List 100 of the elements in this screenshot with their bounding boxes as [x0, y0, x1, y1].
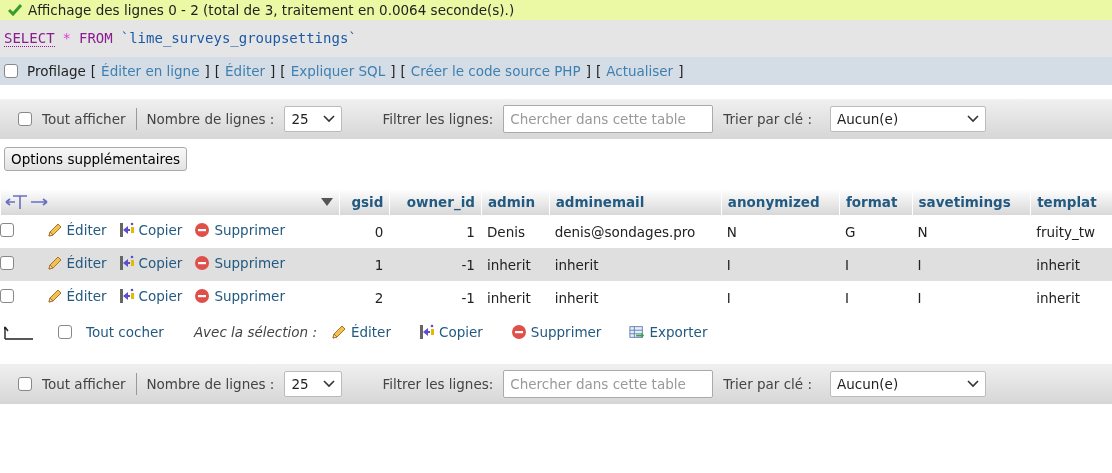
bracket: ] [678, 63, 684, 79]
table-cell-text: I [725, 288, 732, 308]
select-all-link[interactable]: Tout cocher [86, 324, 164, 340]
table-cell-text: Denis [485, 222, 526, 242]
pencil-icon [46, 222, 63, 238]
export-icon [629, 324, 646, 340]
sort-dropdown[interactable]: Aucun(e) [830, 106, 986, 132]
sort-triangle-icon[interactable] [320, 198, 333, 206]
bulk-action-link[interactable]: Exporter [629, 324, 708, 340]
pencil-icon [330, 324, 347, 340]
table-cell: inherit [480, 248, 549, 281]
insert-icon [118, 288, 135, 304]
table-cell: inherit [548, 248, 721, 281]
table-cell-text: inherit [1035, 288, 1081, 308]
bracket: ] [390, 63, 396, 79]
delete-icon [510, 324, 527, 340]
column-header[interactable]: format [838, 189, 912, 215]
status-message: Affichage des lignes 0 - 2 (total de 3, traitement en 0.0064 seconde(s).) [0, 0, 1112, 20]
bracket: [ [595, 63, 602, 79]
table-cell-text: -1 [460, 288, 476, 308]
table-cell: I [720, 248, 839, 281]
filter-label: Filtrer les lignes: [382, 376, 494, 392]
table-cell-text: 1 [465, 222, 476, 242]
bracket: ] [270, 63, 276, 79]
table-cell-text: G [843, 222, 857, 242]
row-action-link[interactable]: Supprimer [194, 288, 285, 304]
extra-options-button[interactable]: Options supplémentaires [4, 147, 188, 171]
table-cell-text: N [916, 222, 929, 242]
filter-field[interactable]: Chercher dans cette table [503, 370, 714, 398]
chevron-down-icon[interactable] [323, 380, 336, 388]
bulk-action-link[interactable]: Supprimer [510, 324, 602, 340]
show-all-label: Tout afficher [42, 111, 126, 127]
checkmark-icon [8, 3, 22, 17]
bracket: ] [204, 63, 210, 79]
delete-icon [194, 288, 211, 304]
table-cell-text: fruity_tw [1035, 222, 1097, 242]
row-action-link[interactable]: Supprimer [194, 255, 285, 271]
show-all-label: Tout afficher [42, 376, 126, 392]
table-cell: inherit [1030, 248, 1112, 281]
table-cell: -1 [389, 248, 481, 281]
show-all-checkbox[interactable] [18, 377, 32, 391]
row-action-link[interactable]: Éditer [46, 222, 107, 238]
bracket: [ [90, 63, 97, 79]
chevron-down-icon[interactable] [967, 380, 979, 388]
column-header[interactable]: owner_id [389, 189, 481, 215]
table-cell: I [911, 248, 1031, 281]
delete-icon [194, 255, 211, 271]
row-checkbox[interactable] [0, 256, 14, 270]
table-cell: I [838, 248, 912, 281]
table-cell-text: 2 [373, 288, 385, 308]
row-checkbox[interactable] [0, 223, 14, 237]
table-cell-text: inherit [485, 288, 532, 308]
sort-label: Trier par clé : [723, 376, 812, 392]
row-action-link[interactable]: Copier [118, 255, 183, 271]
row-action-link[interactable]: Supprimer [194, 222, 285, 238]
column-header[interactable]: adminemail [548, 189, 721, 215]
row-action-link[interactable]: Éditer [46, 255, 107, 271]
rows-label: Nombre de lignes : [146, 111, 275, 127]
corner-arrow-icon [4, 324, 34, 340]
filter-field[interactable]: Chercher dans cette table [503, 105, 714, 133]
bracket: ] [585, 63, 591, 79]
column-header[interactable]: admin [480, 189, 549, 215]
column-header[interactable]: templat [1030, 189, 1112, 215]
row-action-link[interactable]: Éditer [46, 288, 107, 304]
pencil-icon [46, 255, 63, 271]
row-action-link[interactable]: Copier [118, 222, 183, 238]
delete-icon [194, 222, 211, 238]
rows-dropdown[interactable]: 25 [284, 371, 343, 397]
with-selection-label: Avec la sélection : [193, 324, 317, 340]
filter-label: Filtrer les lignes: [382, 111, 494, 127]
pencil-icon [46, 288, 63, 304]
sort-dropdown[interactable]: Aucun(e) [830, 371, 986, 397]
table-cell-text: I [843, 288, 850, 308]
profiling-label: Profilage [27, 63, 86, 79]
rows-dropdown[interactable]: 25 [284, 106, 343, 132]
bulk-action-link[interactable]: Éditer [330, 324, 391, 340]
insert-icon [118, 255, 135, 271]
table-cell-text: N [725, 222, 738, 242]
column-header[interactable]: gsid [338, 189, 390, 215]
row-action-link[interactable]: Copier [118, 288, 183, 304]
table-cell: 1 [338, 248, 390, 281]
chevron-down-icon[interactable] [967, 115, 979, 123]
bracket: [ [214, 63, 221, 79]
rows-label: Nombre de lignes : [146, 376, 275, 392]
insert-icon [118, 222, 135, 238]
column-header[interactable]: anonymized [720, 189, 839, 215]
show-all-checkbox[interactable] [18, 112, 32, 126]
bracket: [ [280, 63, 286, 79]
row-checkbox[interactable] [0, 289, 14, 303]
profiling-checkbox[interactable] [4, 64, 18, 78]
table-cell-text: 0 [373, 222, 385, 242]
table-cell-text: I [916, 288, 923, 308]
table-cell-text: inherit [553, 288, 600, 308]
bracket: [ [400, 63, 406, 79]
bulk-action-link[interactable]: Copier [418, 324, 483, 340]
column-arrows-icon[interactable] [5, 194, 49, 210]
column-header[interactable]: savetimings [911, 189, 1031, 215]
select-all-checkbox[interactable] [58, 325, 72, 339]
sort-label: Trier par clé : [723, 111, 812, 127]
chevron-down-icon[interactable] [323, 115, 336, 123]
